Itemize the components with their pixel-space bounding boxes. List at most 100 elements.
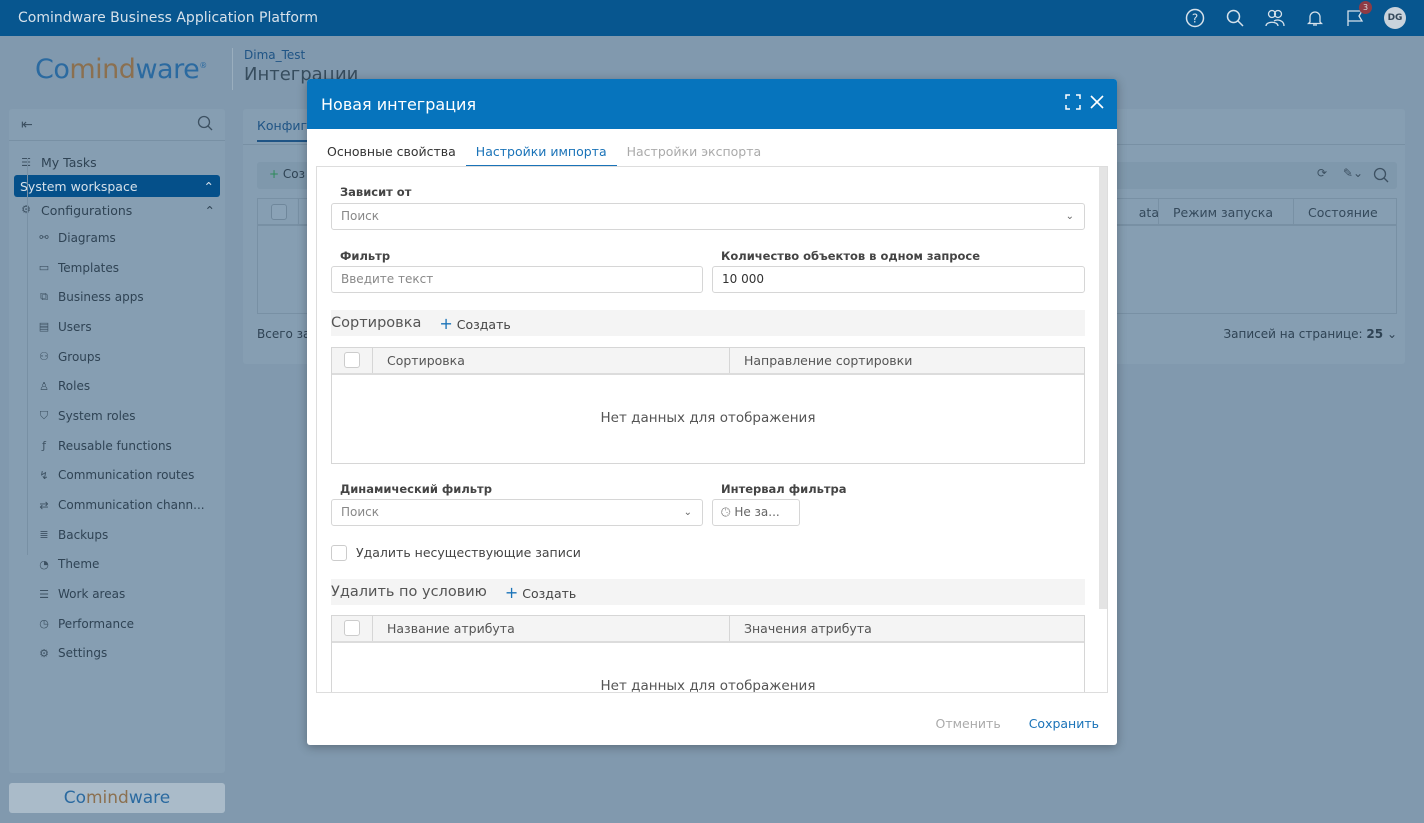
close-icon[interactable] <box>1089 94 1105 114</box>
database-icon: ≣ <box>39 528 49 542</box>
sidebar-item-system-workspace[interactable]: System workspace ⌃ <box>14 175 220 197</box>
id-card-icon: ▤ <box>38 320 50 334</box>
total-records: Всего за <box>257 327 311 341</box>
shield-icon: ⛉ <box>39 408 49 422</box>
placeholder: Поиск <box>341 209 380 223</box>
select-all-checkbox[interactable] <box>344 620 360 636</box>
sidebar-item-communication-chann[interactable]: ⇄ Communication chann... <box>9 490 225 520</box>
per-page-label: Записей на странице: <box>1223 327 1363 341</box>
scrollbar[interactable] <box>1099 167 1107 609</box>
sidebar-item-diagrams[interactable]: ⚯ Diagrams <box>9 223 225 253</box>
delete-conditions-table: Название атрибута Значения атрибута Нет … <box>331 615 1085 692</box>
sidebar-item-templates[interactable]: ▭ Templates <box>9 253 225 283</box>
gears-icon: ⚙ <box>21 203 31 216</box>
bell-icon[interactable] <box>1304 7 1326 29</box>
sidebar-item-communication-routes[interactable]: ↯ Communication routes <box>9 461 225 491</box>
sidebar-item-users[interactable]: ▤ Users <box>9 312 225 342</box>
save-button[interactable]: Сохранить <box>1029 716 1099 731</box>
sidebar-item-business-apps[interactable]: ⧉ Business apps <box>9 282 225 312</box>
gauge-icon: ◷ <box>39 617 49 631</box>
search-icon[interactable] <box>1224 7 1246 29</box>
refresh-icon[interactable]: ⟳ <box>1317 166 1327 180</box>
create-button[interactable]: + Соз <box>269 167 305 181</box>
sidebar-item-groups[interactable]: ⚇ Groups <box>9 342 225 372</box>
sidebar-item-label: Roles <box>58 379 91 394</box>
tab-export-settings: Настройки экспорта <box>626 144 762 159</box>
cancel-button[interactable]: Отменить <box>936 716 1001 731</box>
sidebar-item-performance[interactable]: ◷ Performance <box>9 609 225 639</box>
list-icon: ☰ <box>39 587 49 601</box>
sorting-table: Сортировка Направление сортировки Нет да… <box>331 347 1085 464</box>
help-icon[interactable]: ? <box>1184 7 1206 29</box>
column-header[interactable]: Название атрибута <box>372 616 515 641</box>
dynamic-filter-select[interactable]: Поиск ⌄ <box>331 499 703 526</box>
create-label: Создать <box>522 585 577 601</box>
batch-size-label: Количество объектов в одном запросе <box>721 249 981 263</box>
section-title: Удалить по условию <box>331 584 487 600</box>
sidebar-item-system-roles[interactable]: ⛉ System roles <box>9 401 225 431</box>
create-condition-button[interactable]: + Создать <box>505 583 576 602</box>
arrows-icon: ⇄ <box>39 498 49 512</box>
per-page-select[interactable]: Записей на странице: 25 ⌄ <box>1223 327 1397 341</box>
plus-icon: + <box>439 313 453 333</box>
logo: Comindware® <box>35 54 207 85</box>
placeholder: Поиск <box>341 505 380 519</box>
tab-basic-properties[interactable]: Основные свойства <box>317 141 466 167</box>
sidebar-item-backups[interactable]: ≣ Backups <box>9 520 225 550</box>
sidebar-item-label: Configurations <box>41 202 133 218</box>
sidebar-item-label: Communication chann... <box>58 498 205 513</box>
create-label: Соз <box>282 167 305 181</box>
flag-icon[interactable]: 3 <box>1344 1 1372 29</box>
create-sorting-button[interactable]: + Создать <box>439 314 510 333</box>
delete-by-condition-section: Удалить по условию + Создать <box>331 579 1085 605</box>
tasks-icon: ☰ <box>21 155 31 169</box>
sidebar-item-roles[interactable]: ♙ Roles <box>9 371 225 401</box>
sidebar-item-label: Communication routes <box>58 468 195 483</box>
sidebar: ⇤ ☰ My Tasks System workspace ⌃ ⚙ Configura… <box>9 109 225 773</box>
column-header[interactable]: Направление сортировки <box>729 348 912 373</box>
top-bar: Comindware Business Application Platform… <box>0 0 1424 36</box>
breadcrumb-workspace[interactable]: Dima_Test <box>244 48 358 62</box>
users-icon[interactable] <box>1264 7 1286 29</box>
sidebar-item-configurations[interactable]: ⚙ Configurations ⌃ <box>9 197 225 223</box>
maximize-icon[interactable] <box>1065 94 1081 114</box>
sidebar-item-theme[interactable]: ◔ Theme <box>9 550 225 580</box>
sidebar-item-label: Backups <box>58 527 109 542</box>
column-header[interactable]: Состояние <box>1293 199 1378 226</box>
select-all-checkbox[interactable] <box>271 204 287 220</box>
sidebar-item-label: Business apps <box>58 290 144 305</box>
collapse-sidebar-icon[interactable]: ⇤ <box>21 117 33 133</box>
plus-icon: + <box>269 167 280 181</box>
palette-icon: ◔ <box>39 557 49 571</box>
depends-on-label: Зависит от <box>340 185 412 199</box>
filter-interval-input[interactable]: 🕓︎ Не за... <box>712 499 800 526</box>
delete-missing-checkbox[interactable] <box>331 545 347 561</box>
svg-text:?: ? <box>1192 12 1198 26</box>
sidebar-item-label: Theme <box>58 557 100 572</box>
sidebar-item-label: Reusable functions <box>58 438 172 453</box>
avatar[interactable]: DG <box>1384 7 1406 29</box>
batch-size-input[interactable]: 10 000 <box>712 266 1085 293</box>
sidebar-item-settings[interactable]: ⚙ Settings <box>9 639 225 669</box>
sidebar-item-reusable-functions[interactable]: ƒ Reusable functions <box>9 431 225 461</box>
diagram-icon: ⚯ <box>39 231 49 245</box>
select-all-checkbox[interactable] <box>344 352 360 368</box>
dynamic-filter-label: Динамический фильтр <box>340 482 492 496</box>
tab-import-settings[interactable]: Настройки импорта <box>465 141 617 167</box>
search-icon[interactable] <box>1373 167 1389 186</box>
column-header[interactable]: Значения атрибута <box>729 616 872 641</box>
edit-icon[interactable]: ✎⌄ <box>1343 166 1363 180</box>
filter-input[interactable]: Введите текст <box>331 266 703 293</box>
sidebar-search-icon[interactable] <box>197 115 213 134</box>
column-header[interactable]: Режим запуска <box>1158 199 1293 226</box>
sidebar-item-label: Settings <box>58 646 108 661</box>
depends-on-select[interactable]: Поиск ⌄ <box>331 203 1085 230</box>
interval-value: Не за... <box>734 505 780 519</box>
column-header[interactable]: Сортировка <box>372 348 465 373</box>
import-settings-form: Зависит от Поиск ⌄ Фильтр Введите текст К… <box>316 166 1108 693</box>
tab-configurations[interactable]: Конфигу <box>257 118 315 142</box>
sidebar-item-work-areas[interactable]: ☰ Work areas <box>9 579 225 609</box>
create-label: Создать <box>456 316 511 332</box>
cubes-icon: ⧉ <box>40 290 48 304</box>
sidebar-item-my-tasks[interactable]: ☰ My Tasks <box>9 149 225 175</box>
